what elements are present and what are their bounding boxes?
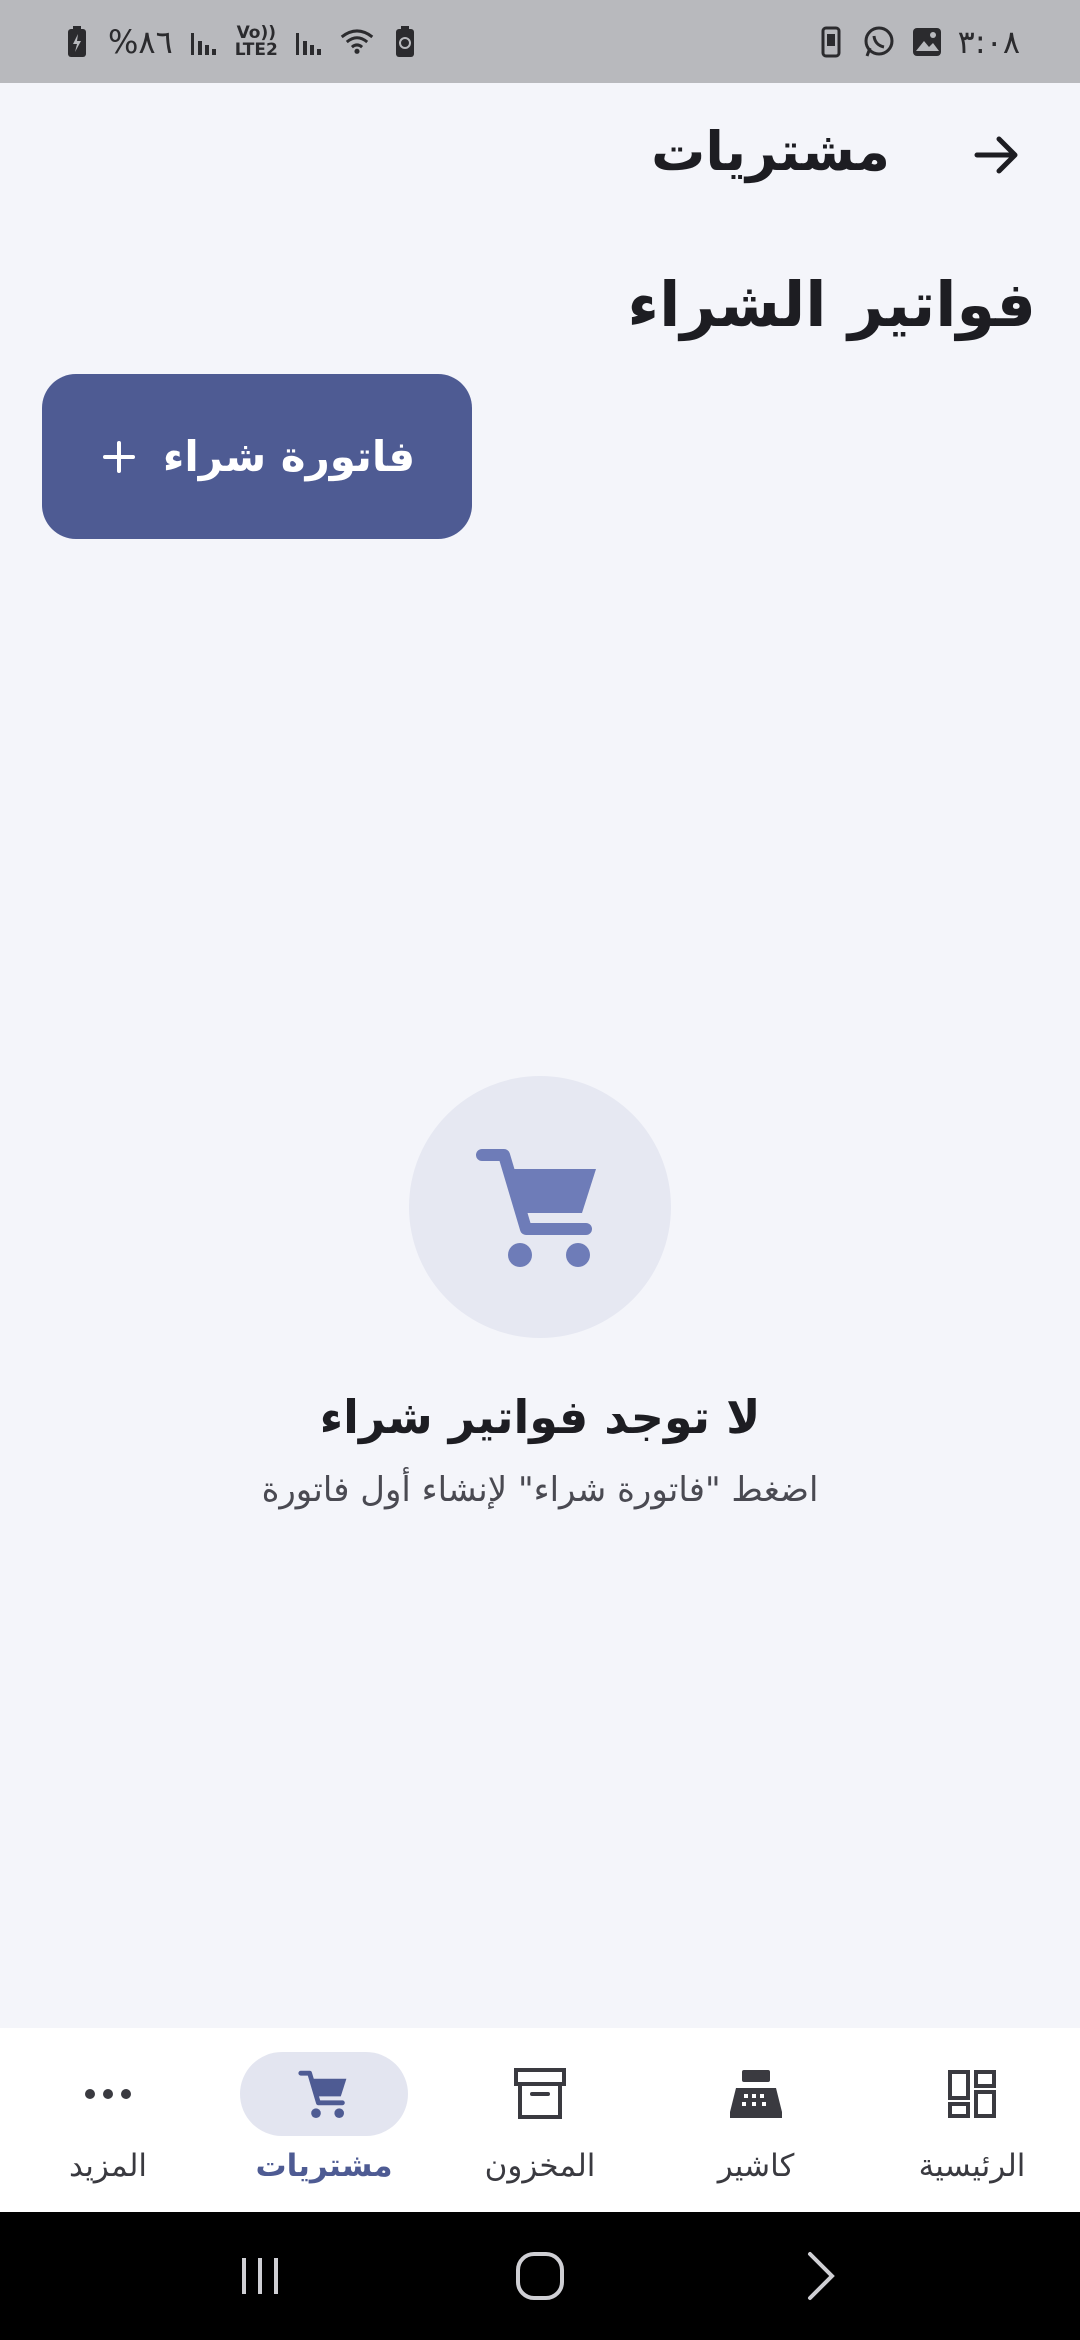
- nav-icon-wrap: [888, 2052, 1056, 2136]
- plus-icon: [102, 440, 135, 473]
- cart-icon: [298, 2070, 347, 2118]
- phone-icon: [814, 25, 848, 59]
- new-purchase-invoice-button[interactable]: فاتورة شراء: [42, 374, 472, 539]
- app-header: مشتريات: [0, 100, 1080, 210]
- battery-icon: [60, 25, 94, 59]
- back-button[interactable]: [962, 120, 1032, 190]
- recent-apps-button[interactable]: [220, 2236, 300, 2316]
- home-circle-icon: [516, 2252, 564, 2300]
- section-title: فواتير الشراء: [627, 268, 1036, 341]
- bottom-navigation: الرئيسية كاشير المخزون مشتريات المزيد: [0, 2028, 1080, 2212]
- cart-icon: [476, 1149, 596, 1267]
- page-title: مشتريات: [651, 120, 890, 183]
- arrow-right-icon: [974, 136, 1018, 174]
- signal-icon: [187, 25, 221, 59]
- status-time: ٣:٠٨: [957, 22, 1020, 61]
- image-icon: [910, 25, 944, 59]
- whatsapp-icon: [862, 25, 896, 59]
- nav-icon-wrap: [24, 2052, 192, 2136]
- network-label-bottom: LTE2: [234, 39, 278, 60]
- system-navigation-bar: [0, 2212, 1080, 2340]
- dashboard-icon: [948, 2070, 996, 2118]
- more-dots-icon: [85, 2089, 131, 2099]
- nav-label-cashier: كاشير: [717, 2148, 795, 2184]
- nav-label-inventory: المخزون: [484, 2148, 596, 2184]
- empty-state-icon-circle: [409, 1076, 671, 1338]
- nav-item-purchases[interactable]: مشتريات: [216, 2028, 432, 2212]
- nav-item-home[interactable]: الرئيسية: [864, 2028, 1080, 2212]
- wifi-icon: [340, 25, 374, 59]
- nav-item-inventory[interactable]: المخزون: [432, 2028, 648, 2212]
- recycle-battery-icon: [388, 25, 422, 59]
- nav-icon-wrap-active: [240, 2052, 408, 2136]
- nav-label-home: الرئيسية: [918, 2148, 1026, 2184]
- network-type: Vo)) LTE2: [234, 24, 278, 60]
- nav-label-more: المزيد: [69, 2148, 147, 2184]
- signal-icon: [292, 25, 326, 59]
- status-right: ٣:٠٨: [814, 23, 1020, 61]
- recent-apps-icon: [242, 2258, 278, 2294]
- empty-state-subtitle: اضغط "فاتورة شراء" لإنشاء أول فاتورة: [261, 1470, 819, 1510]
- status-bar: %٨٦ Vo)) LTE2 ٣:٠٨: [0, 0, 1080, 83]
- back-nav-button[interactable]: [780, 2236, 860, 2316]
- nav-label-purchases: مشتريات: [255, 2148, 393, 2184]
- nav-item-more[interactable]: المزيد: [0, 2028, 216, 2212]
- battery-percent: %٨٦: [108, 22, 173, 61]
- home-button[interactable]: [500, 2236, 580, 2316]
- nav-icon-wrap: [672, 2052, 840, 2136]
- chevron-right-icon: [808, 2252, 835, 2300]
- cash-register-icon: [730, 2070, 782, 2118]
- app-root: %٨٦ Vo)) LTE2 ٣:٠٨ مشتريات فواتير الشراء…: [0, 0, 1080, 2340]
- archive-box-icon: [514, 2068, 566, 2119]
- new-invoice-label: فاتورة شراء: [162, 432, 416, 481]
- empty-state-title: لا توجد فواتير شراء: [319, 1390, 761, 1444]
- nav-item-cashier[interactable]: كاشير: [648, 2028, 864, 2212]
- status-left: %٨٦ Vo)) LTE2: [60, 23, 422, 61]
- nav-icon-wrap: [456, 2052, 624, 2136]
